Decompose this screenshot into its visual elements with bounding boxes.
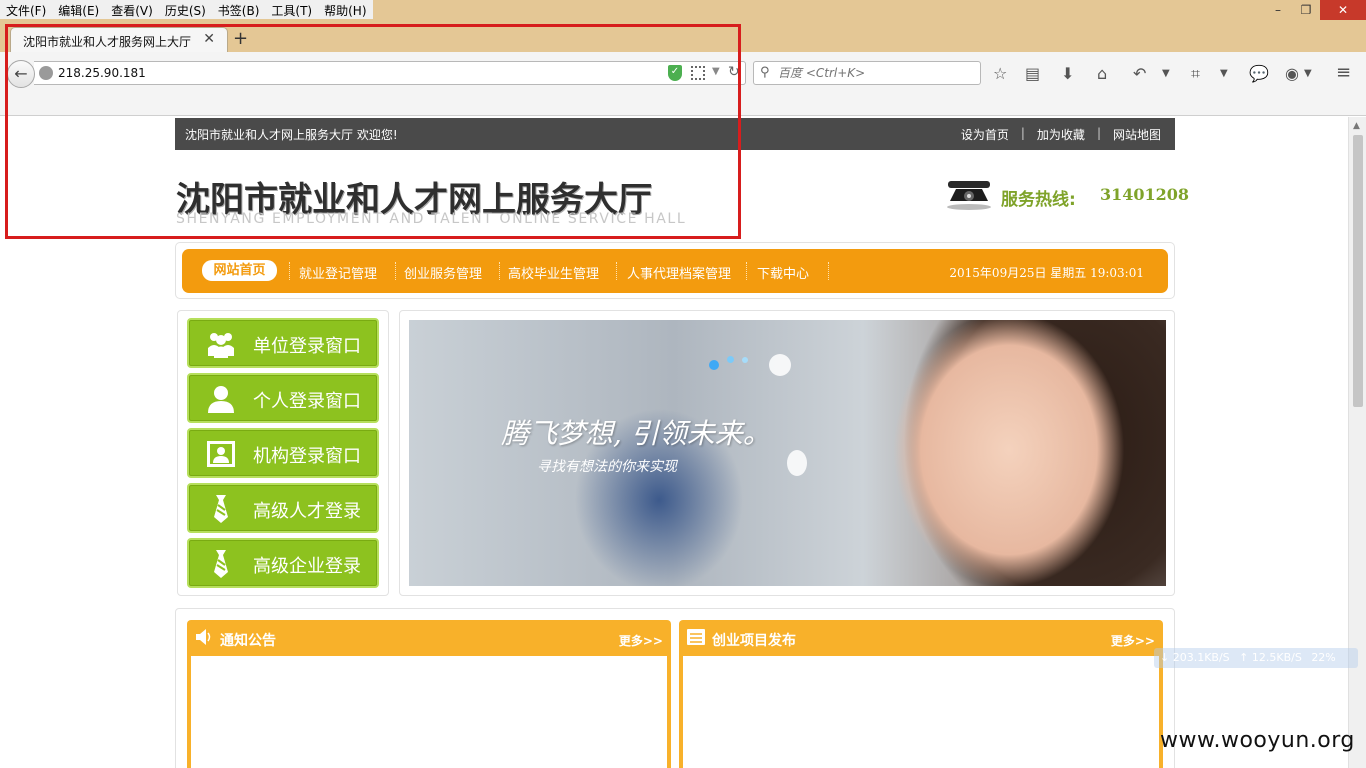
senior-enterprise-login-label: 高级企业登录 — [253, 556, 361, 577]
senior-talent-login-label: 高级人才登录 — [253, 501, 361, 522]
nav-divider — [746, 262, 747, 280]
project-panel-body — [683, 656, 1159, 768]
menu-bar: 文件(F) 编辑(E) 查看(V) 历史(S) 书签(B) 工具(T) 帮助(H… — [0, 0, 1366, 22]
menu-tools[interactable]: 工具(T) — [265, 0, 318, 19]
extension-icon[interactable]: ◉ — [1285, 64, 1299, 83]
undo-dropdown-icon[interactable]: ▼ — [1162, 68, 1170, 79]
project-more-link[interactable]: 更多>> — [1111, 632, 1155, 649]
close-window-button[interactable]: ✕ — [1320, 0, 1366, 20]
star-icon[interactable]: ☆ — [993, 64, 1007, 83]
nav-divider — [395, 262, 396, 280]
unit-login-button[interactable]: 单位登录窗口 — [187, 318, 379, 368]
tie-icon — [214, 550, 228, 578]
menu-file[interactable]: 文件(F) — [0, 0, 52, 19]
restore-button[interactable]: ❐ — [1292, 0, 1320, 20]
nav-divider — [828, 262, 829, 280]
decor-dot — [727, 356, 734, 363]
extension-dropdown-icon[interactable]: ▼ — [1304, 68, 1312, 79]
notice-panel-header: 通知公告 更多>> — [187, 620, 671, 656]
upload-speed: ↑ 12.5KB/S — [1239, 651, 1302, 664]
decor-dot — [742, 357, 748, 363]
search-input[interactable] — [778, 65, 974, 81]
hotline-number: 31401208 — [1100, 185, 1190, 204]
group-icon — [208, 333, 234, 358]
telephone-icon — [947, 181, 991, 210]
nav-divider — [499, 262, 500, 280]
bell-icon — [787, 450, 807, 476]
add-favorite-link[interactable]: 加为收藏 — [1037, 126, 1085, 143]
current-datetime: 2015年09月25日 星期五 19:03:01 — [949, 266, 1144, 280]
reading-list-icon[interactable]: ▤ — [1025, 64, 1040, 83]
watermark-text: www.wooyun.org — [1160, 728, 1355, 753]
nav-divider — [616, 262, 617, 280]
scroll-up-icon[interactable]: ▲ — [1353, 121, 1360, 131]
project-panel-header: 创业项目发布 更多>> — [679, 620, 1163, 656]
hotline-label: 服务热线: — [1001, 190, 1076, 210]
speaker-icon — [196, 629, 211, 645]
id-card-icon — [207, 441, 235, 467]
minimize-button[interactable]: – — [1264, 0, 1292, 20]
annotation-highlight-box — [5, 24, 741, 239]
cpu-usage: 22% — [1311, 651, 1336, 664]
undo-icon[interactable]: ↶ — [1133, 64, 1146, 83]
menu-edit[interactable]: 编辑(E) — [52, 0, 105, 19]
nav-employment-registration[interactable]: 就业登记管理 — [299, 263, 377, 282]
banner-subtitle: 寻找有想法的你来实现 — [537, 459, 677, 475]
nav-graduates[interactable]: 高校毕业生管理 — [508, 263, 599, 282]
link-separator: | — [1020, 126, 1025, 140]
list-icon — [687, 629, 705, 645]
search-box[interactable]: ⚲ — [753, 61, 981, 85]
network-monitor: ↓ 203.1KB/S ↑ 12.5KB/S 22% — [1154, 648, 1358, 668]
personal-login-button[interactable]: 个人登录窗口 — [187, 373, 379, 423]
info-panels-wrapper: 通知公告 更多>> 创业项目发布 更多>> — [175, 608, 1175, 768]
agency-login-button[interactable]: 机构登录窗口 — [187, 428, 379, 478]
unit-login-label: 单位登录窗口 — [253, 336, 361, 357]
senior-enterprise-login-button[interactable]: 高级企业登录 — [187, 538, 379, 588]
nav-entrepreneurship[interactable]: 创业服务管理 — [404, 263, 482, 282]
notice-more-link[interactable]: 更多>> — [619, 632, 663, 649]
banner-wrapper: 腾飞梦想, 引领未来。 寻找有想法的你来实现 — [399, 310, 1175, 596]
menu-view[interactable]: 查看(V) — [105, 0, 159, 19]
nav-download-center[interactable]: 下载中心 — [757, 263, 809, 282]
download-icon[interactable]: ⬇ — [1061, 64, 1074, 83]
personal-login-label: 个人登录窗口 — [253, 391, 361, 412]
banner-slogan: 腾飞梦想, 引领未来。 — [501, 417, 771, 450]
menu-help[interactable]: 帮助(H) — [318, 0, 372, 19]
agency-login-label: 机构登录窗口 — [253, 446, 361, 467]
nav-divider — [289, 262, 290, 280]
nav-personnel-archives[interactable]: 人事代理档案管理 — [627, 263, 731, 282]
set-homepage-link[interactable]: 设为首页 — [961, 126, 1009, 143]
menu-icon[interactable]: ≡ — [1336, 62, 1351, 83]
decor-dot — [709, 360, 719, 370]
login-panel: 单位登录窗口 个人登录窗口 机构登录窗口 高级人才登录 高级企业登录 — [177, 310, 389, 596]
main-nav: 网站首页 就业登记管理 创业服务管理 高校毕业生管理 人事代理档案管理 下载中心… — [182, 249, 1168, 293]
senior-talent-login-button[interactable]: 高级人才登录 — [187, 483, 379, 533]
nav-home[interactable]: 网站首页 — [202, 260, 277, 281]
window-controls: – ❐ ✕ — [1264, 0, 1366, 20]
menu-history[interactable]: 历史(S) — [159, 0, 212, 19]
project-panel: 创业项目发布 更多>> — [679, 620, 1163, 768]
chat-icon[interactable]: 💬 — [1249, 64, 1269, 83]
main-nav-wrapper: 网站首页 就业登记管理 创业服务管理 高校毕业生管理 人事代理档案管理 下载中心… — [175, 242, 1175, 299]
scroll-thumb[interactable] — [1353, 135, 1363, 407]
banner-image[interactable]: 腾飞梦想, 引领未来。 寻找有想法的你来实现 — [409, 320, 1166, 586]
clover-icon — [769, 354, 791, 376]
tie-icon — [214, 495, 228, 523]
crop-icon[interactable]: ⌗ — [1191, 64, 1200, 84]
sitemap-link[interactable]: 网站地图 — [1113, 126, 1161, 143]
download-speed: ↓ 203.1KB/S — [1160, 651, 1230, 664]
notice-panel-title: 通知公告 — [220, 633, 276, 649]
menu-bookmarks[interactable]: 书签(B) — [212, 0, 266, 19]
link-separator: | — [1096, 126, 1101, 140]
top-links: 设为首页 | 加为收藏 | 网站地图 — [961, 126, 1161, 143]
home-icon[interactable]: ⌂ — [1097, 64, 1107, 83]
notice-panel: 通知公告 更多>> — [187, 620, 671, 768]
person-icon — [208, 386, 234, 413]
project-panel-title: 创业项目发布 — [712, 633, 796, 649]
search-icon: ⚲ — [760, 65, 770, 80]
menu-items: 文件(F) 编辑(E) 查看(V) 历史(S) 书签(B) 工具(T) 帮助(H… — [0, 0, 373, 19]
crop-dropdown-icon[interactable]: ▼ — [1220, 68, 1228, 79]
page-scrollbar[interactable]: ▲ — [1348, 117, 1366, 768]
notice-panel-body — [191, 656, 667, 768]
